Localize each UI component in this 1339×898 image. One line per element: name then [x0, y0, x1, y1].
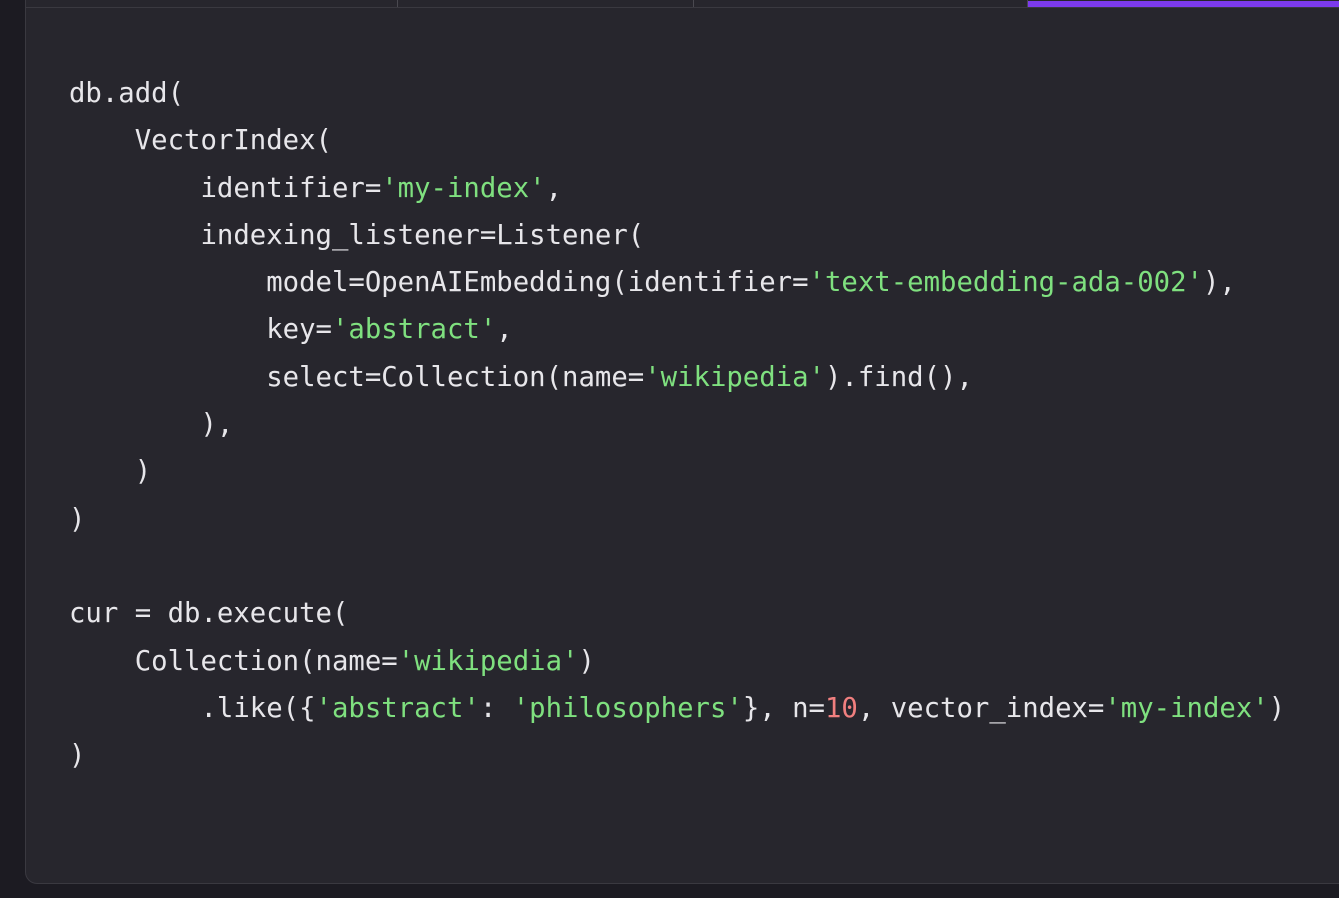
code-token: ) [69, 503, 86, 535]
code-token: ), [1202, 267, 1236, 299]
code-string-token: 'wikipedia' [397, 645, 579, 677]
code-token: ) [578, 645, 595, 677]
code-string-token: 'wikipedia' [644, 361, 825, 393]
code-token: key= [69, 314, 332, 346]
code-line: select=Collection(name='wikipedia').find… [69, 354, 1285, 401]
code-token: identifier= [69, 172, 382, 204]
code-line: ) [69, 496, 1285, 543]
code-tab-active[interactable] [1028, 0, 1339, 7]
code-token: ) [69, 456, 152, 488]
code-tab-1[interactable] [26, 0, 398, 7]
code-string-token: 'abstract' [331, 314, 497, 346]
code-tab-3[interactable] [694, 0, 1028, 7]
code-token: model=OpenAIEmbedding(identifier= [69, 267, 809, 299]
code-token: ).find(), [824, 361, 973, 393]
code-token: indexing_listener=Listener( [69, 219, 645, 251]
code-token: Collection(name= [69, 645, 398, 677]
code-line: model=OpenAIEmbedding(identifier='text-e… [69, 259, 1285, 306]
code-line: ), [69, 401, 1285, 448]
code-token: select=Collection(name= [69, 361, 645, 393]
code-line: key='abstract', [69, 306, 1285, 353]
code-token: db.add( [69, 78, 185, 109]
code-token: , vector_index= [857, 692, 1105, 724]
code-token: }, n= [742, 692, 825, 724]
code-token: : [479, 692, 513, 724]
code-line: identifier='my-index', [69, 165, 1285, 212]
code-string-token: 'abstract' [315, 692, 480, 724]
code-string-token: 'philosophers' [512, 692, 743, 724]
code-tab-2[interactable] [398, 0, 694, 7]
code-snippet: db.add( VectorIndex( identifier='my-inde… [69, 70, 1285, 779]
code-line: .like({'abstract': 'philosophers'}, n=10… [69, 685, 1285, 732]
code-number-token: 10 [824, 692, 858, 724]
code-tab-bar [26, 0, 1339, 8]
code-block-panel: db.add( VectorIndex( identifier='my-inde… [25, 0, 1339, 884]
code-line: ) [69, 732, 1285, 779]
code-token: .like({ [69, 692, 316, 724]
code-token: VectorIndex( [69, 125, 332, 157]
code-line: Collection(name='wikipedia') [69, 638, 1285, 685]
code-string-token: 'my-index' [1104, 692, 1269, 724]
code-token: ) [69, 740, 86, 772]
code-token: , [545, 172, 563, 204]
code-line: ) [69, 448, 1285, 495]
code-token: ), [69, 409, 234, 441]
code-token: ) [1268, 692, 1286, 724]
code-line: VectorIndex( [69, 117, 1285, 164]
code-token: , [496, 314, 513, 346]
code-string-token: 'my-index' [381, 172, 546, 204]
code-line: indexing_listener=Listener( [69, 212, 1285, 259]
code-line: cur = db.execute( [69, 590, 1285, 637]
code-string-token: 'text-embedding-ada-002' [808, 267, 1203, 299]
code-line: db.add( [69, 70, 1285, 117]
code-token: cur = db.execute( [69, 598, 349, 630]
